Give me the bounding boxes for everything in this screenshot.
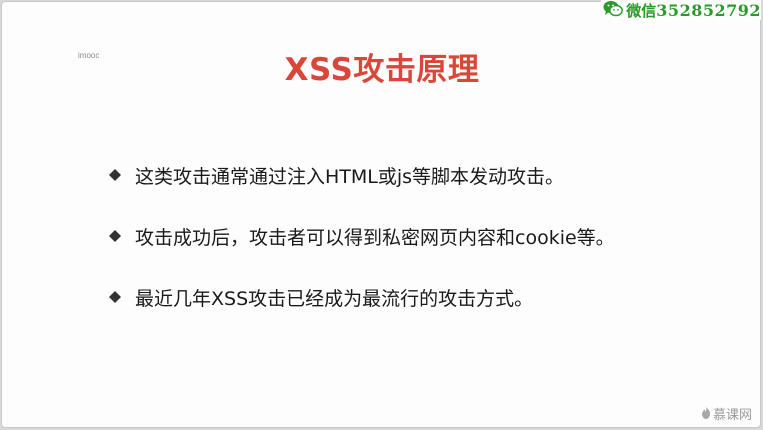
bullet-text: 这类攻击通常通过注入HTML或js等脚本发动攻击。 <box>135 165 565 188</box>
bullet-item: 攻击成功后，攻击者可以得到私密网页内容和cookie等。 <box>107 221 615 251</box>
diamond-bullet-icon <box>109 291 121 303</box>
logo-text: 慕课网 <box>712 408 752 423</box>
flame-icon <box>701 404 711 423</box>
bullet-item: 最近几年XSS攻击已经成为最流行的攻击方式。 <box>107 282 615 312</box>
wechat-contact-overlay: 微信 352852792 <box>601 0 761 20</box>
wechat-label: 微信 <box>626 1 657 20</box>
bullet-text: 攻击成功后，攻击者可以得到私密网页内容和cookie等。 <box>135 226 615 249</box>
wechat-icon <box>603 0 624 21</box>
bullet-item: 这类攻击通常通过注入HTML或js等脚本发动攻击。 <box>107 160 615 190</box>
bullet-list: 这类攻击通常通过注入HTML或js等脚本发动攻击。 攻击成功后，攻击者可以得到私… <box>107 160 615 343</box>
imooc-logo: 慕课网 <box>701 404 752 423</box>
slide-title: XSS攻击原理 <box>284 52 480 88</box>
slide-canvas: imooc XSS攻击原理 这类攻击通常通过注入HTML或js等脚本发动攻击。 … <box>1 1 761 428</box>
wechat-number: 352852792 <box>656 0 761 20</box>
diamond-bullet-icon <box>109 230 121 242</box>
bullet-text: 最近几年XSS攻击已经成为最流行的攻击方式。 <box>135 287 534 310</box>
diamond-bullet-icon <box>109 169 121 181</box>
